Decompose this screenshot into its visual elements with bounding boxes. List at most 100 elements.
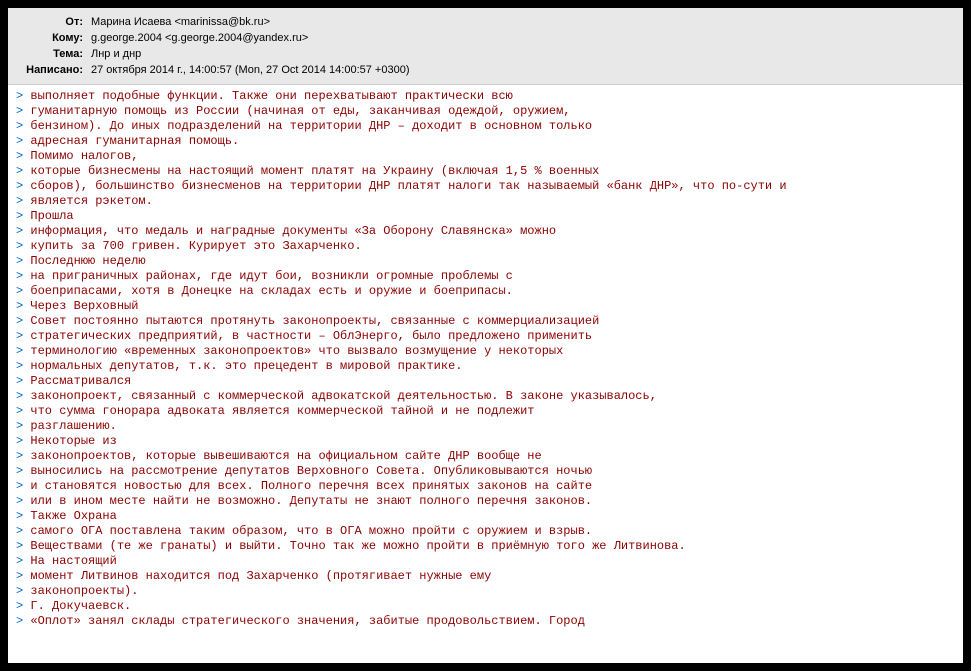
quoted-text: законопроектов, которые вывешиваются на … (30, 449, 541, 463)
quoted-text: Через Верховный (30, 299, 138, 313)
quoted-line: > Рассматривался (16, 374, 955, 389)
quoted-line: > боеприпасами, хотя в Донецке на склада… (16, 284, 955, 299)
quoted-line: > на приграничных районах, где идут бои,… (16, 269, 955, 284)
quoted-line: > выполняет подобные функции. Также они … (16, 89, 955, 104)
quoted-text: момент Литвинов находится под Захарченко… (30, 569, 491, 583)
quote-marker: > (16, 374, 30, 388)
quoted-line: > Помимо налогов, (16, 149, 955, 164)
quoted-line: > гуманитарную помощь из России (начиная… (16, 104, 955, 119)
email-container: От: Марина Исаева <marinissa@bk.ru> Кому… (8, 8, 963, 663)
quoted-line: > Некоторые из (16, 434, 955, 449)
quote-marker: > (16, 419, 30, 433)
quoted-line: > законопроекты). (16, 584, 955, 599)
quoted-line: > выносились на рассмотрение депутатов В… (16, 464, 955, 479)
header-row-date: Написано: 27 октября 2014 г., 14:00:57 (… (18, 62, 953, 78)
quote-marker: > (16, 194, 30, 208)
quote-marker: > (16, 329, 30, 343)
quoted-line: > является рэкетом. (16, 194, 955, 209)
quoted-text: Последнюю неделю (30, 254, 145, 268)
quoted-line: > Последнюю неделю (16, 254, 955, 269)
quoted-line: > и становятся новостью для всех. Полног… (16, 479, 955, 494)
quoted-line: > бензином). До иных подразделений на те… (16, 119, 955, 134)
from-value: Марина Исаева <marinissa@bk.ru> (88, 14, 953, 30)
quoted-text: Также Охрана (30, 509, 116, 523)
quote-marker: > (16, 314, 30, 328)
quote-marker: > (16, 464, 30, 478)
quoted-text: что сумма гонорара адвоката является ком… (30, 404, 534, 418)
quoted-line: > Совет постоянно пытаются протянуть зак… (16, 314, 955, 329)
quote-marker: > (16, 494, 30, 508)
quoted-line: > Через Верховный (16, 299, 955, 314)
quoted-text: или в ином месте найти не возможно. Депу… (30, 494, 592, 508)
quoted-line: > Г. Докучаевск. (16, 599, 955, 614)
quoted-text: На настоящий (30, 554, 116, 568)
quoted-line: > адресная гуманитарная помощь. (16, 134, 955, 149)
quote-marker: > (16, 389, 30, 403)
quoted-text: и становятся новостью для всех. Полного … (30, 479, 592, 493)
header-row-to: Кому: g.george.2004 <g.george.2004@yande… (18, 30, 953, 46)
quoted-text: адресная гуманитарная помощь. (30, 134, 239, 148)
quote-marker: > (16, 89, 30, 103)
quoted-line: > Веществами (те же гранаты) и выйти. То… (16, 539, 955, 554)
quote-marker: > (16, 179, 30, 193)
quoted-text: информация, что медаль и наградные докум… (30, 224, 556, 238)
quote-marker: > (16, 524, 30, 538)
quoted-text: Г. Докучаевск. (30, 599, 131, 613)
quoted-text: законопроект, связанный с коммерческой а… (30, 389, 657, 403)
quoted-line: > информация, что медаль и наградные док… (16, 224, 955, 239)
quoted-text: бензином). До иных подразделений на терр… (30, 119, 592, 133)
quoted-text: Некоторые из (30, 434, 116, 448)
to-value: g.george.2004 <g.george.2004@yandex.ru> (88, 30, 953, 46)
quoted-line: > что сумма гонорара адвоката является к… (16, 404, 955, 419)
quoted-line: > Также Охрана (16, 509, 955, 524)
quoted-text: Прошла (30, 209, 73, 223)
quoted-line: > купить за 700 гривен. Курирует это Зах… (16, 239, 955, 254)
quoted-line: > момент Литвинов находится под Захарчен… (16, 569, 955, 584)
quoted-text: купить за 700 гривен. Курирует это Захар… (30, 239, 361, 253)
header-row-from: От: Марина Исаева <marinissa@bk.ru> (18, 14, 953, 30)
quote-marker: > (16, 269, 30, 283)
from-label: От: (18, 14, 88, 30)
quoted-text: выполняет подобные функции. Также они пе… (30, 89, 512, 103)
quoted-text: является рэкетом. (30, 194, 152, 208)
subject-label: Тема: (18, 46, 88, 62)
quote-marker: > (16, 599, 30, 613)
quoted-line: > На настоящий (16, 554, 955, 569)
quote-marker: > (16, 569, 30, 583)
quote-marker: > (16, 284, 30, 298)
quote-marker: > (16, 239, 30, 253)
quoted-line: > стратегических предприятий, в частност… (16, 329, 955, 344)
quoted-text: сборов), большинство бизнесменов на терр… (30, 179, 786, 193)
quoted-text: на приграничных районах, где идут бои, в… (30, 269, 512, 283)
quoted-text: которые бизнесмены на настоящий момент п… (30, 164, 599, 178)
quoted-text: самого ОГА поставлена таким образом, что… (30, 524, 592, 538)
quoted-line: > сборов), большинство бизнесменов на те… (16, 179, 955, 194)
quoted-text: выносились на рассмотрение депутатов Вер… (30, 464, 592, 478)
quote-marker: > (16, 224, 30, 238)
quote-marker: > (16, 149, 30, 163)
quote-marker: > (16, 479, 30, 493)
quote-marker: > (16, 434, 30, 448)
quote-marker: > (16, 359, 30, 373)
quoted-line: > терминологию «временных законопроектов… (16, 344, 955, 359)
quote-marker: > (16, 344, 30, 358)
subject-value: Лнр и днр (88, 46, 953, 62)
quote-marker: > (16, 134, 30, 148)
quoted-text: «Оплот» занял склады стратегического зна… (30, 614, 585, 628)
quote-marker: > (16, 404, 30, 418)
quoted-text: Рассматривался (30, 374, 131, 388)
email-header: От: Марина Исаева <marinissa@bk.ru> Кому… (8, 8, 963, 85)
quoted-line: > «Оплот» занял склады стратегического з… (16, 614, 955, 629)
quote-marker: > (16, 299, 30, 313)
quoted-text: нормальных депутатов, т.к. это прецедент… (30, 359, 462, 373)
quoted-line: > или в ином месте найти не возможно. Де… (16, 494, 955, 509)
quoted-text: Веществами (те же гранаты) и выйти. Точн… (30, 539, 685, 553)
quote-marker: > (16, 614, 30, 628)
quote-marker: > (16, 104, 30, 118)
quoted-text: разглашению. (30, 419, 116, 433)
quote-marker: > (16, 164, 30, 178)
date-value: 27 октября 2014 г., 14:00:57 (Mon, 27 Oc… (88, 62, 953, 78)
quote-marker: > (16, 209, 30, 223)
quote-marker: > (16, 509, 30, 523)
quoted-text: боеприпасами, хотя в Донецке на складах … (30, 284, 512, 298)
